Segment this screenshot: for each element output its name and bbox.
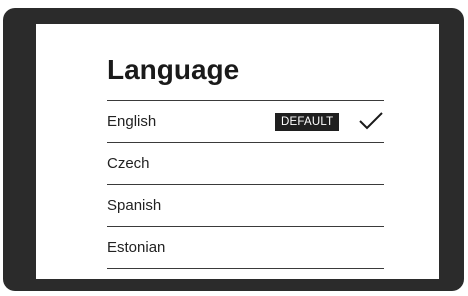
default-badge: DEFAULT (275, 113, 340, 131)
language-list: English DEFAULT Czech Spanish Estonian (107, 100, 384, 269)
device-bezel: Language English DEFAULT Czech Spanish E… (3, 8, 464, 291)
language-label: Estonian (107, 239, 166, 256)
language-item-english[interactable]: English DEFAULT (107, 101, 384, 143)
checkmark-icon (359, 112, 383, 130)
language-label: Spanish (107, 197, 162, 214)
language-screen: Language English DEFAULT Czech Spanish E… (36, 24, 439, 279)
language-item-spanish[interactable]: Spanish (107, 185, 384, 227)
language-label: English (107, 113, 157, 130)
language-label: Czech (107, 155, 150, 172)
language-item-estonian[interactable]: Estonian (107, 227, 384, 269)
page-title: Language (107, 54, 240, 85)
language-item-czech[interactable]: Czech (107, 143, 384, 185)
